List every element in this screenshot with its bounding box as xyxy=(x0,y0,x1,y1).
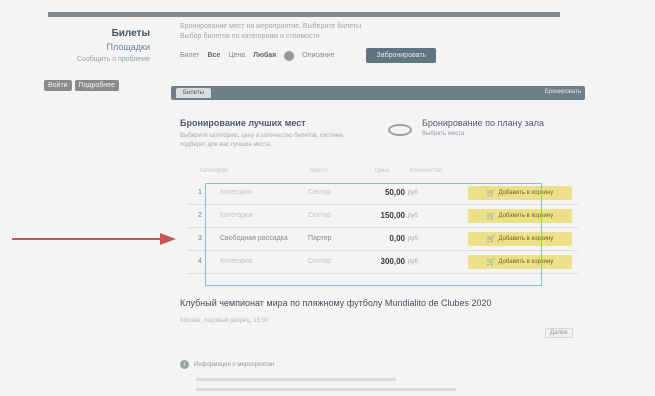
filters: Билет Все Цена Любая Описание Заброниров… xyxy=(180,48,437,63)
header-line-1: Бронирование мест на мероприятие. Выбери… xyxy=(180,23,362,30)
row-price: 50,00 xyxy=(384,188,405,197)
tab-bar-right-link[interactable]: Бронировать xyxy=(545,89,581,95)
row-price: 150,00 xyxy=(380,211,405,220)
link-report[interactable]: Сообщить о проблеме xyxy=(77,56,150,63)
row-price: 0,00 xyxy=(389,234,405,243)
more-button[interactable]: Далее xyxy=(545,328,573,338)
arrow-head-icon xyxy=(160,233,176,245)
row-index: 3 xyxy=(198,235,202,242)
row-name: Категория xyxy=(220,189,253,196)
tab-bar: Билеты Бронировать xyxy=(171,86,585,100)
link-venues[interactable]: Площадки xyxy=(77,42,150,52)
row-category: Сектор xyxy=(308,189,332,196)
row-category: Сектор xyxy=(308,212,332,219)
info-title[interactable]: Информация о мероприятии xyxy=(194,362,274,368)
table-row: 3 Свободная рассадка Партер 0,00 руб 🛒 Д… xyxy=(188,228,578,251)
book-best-title[interactable]: Бронирование лучших мест xyxy=(180,118,360,128)
book-plan-link[interactable]: Выбрать места xyxy=(422,131,544,137)
left-buttons: Войти Подробнее xyxy=(44,80,119,91)
ticket-table: 1 Категория Сектор 50,00 руб 🛒 Добавить … xyxy=(188,182,578,274)
filter-ticket-value[interactable]: Все xyxy=(207,52,220,59)
book-plan-section: Бронирование по плану зала Выбрать места xyxy=(422,118,544,137)
filter-label-price: Цена xyxy=(228,52,246,59)
filter-label-desc: Описание xyxy=(302,52,335,59)
add-to-cart-label: Добавить в корзину xyxy=(498,213,554,219)
cart-icon: 🛒 xyxy=(486,259,496,266)
col-header-seat: Место xyxy=(310,168,328,174)
add-to-cart-button[interactable]: 🛒 Добавить в корзину xyxy=(468,209,572,223)
row-index: 4 xyxy=(198,258,202,265)
add-to-cart-button[interactable]: 🛒 Добавить в корзину xyxy=(468,232,572,246)
cart-icon: 🛒 xyxy=(486,213,496,220)
table-row: 2 Категория Сектор 150,00 руб 🛒 Добавить… xyxy=(188,205,578,228)
left-links: Билеты Площадки Сообщить о проблеме xyxy=(77,28,150,63)
seat-plan-icon xyxy=(388,124,412,136)
row-category: Сектор xyxy=(308,258,332,265)
book-best-desc: Выберите категорию, цену и количество би… xyxy=(180,133,343,148)
col-header-price: Цена xyxy=(375,168,390,174)
row-currency: руб xyxy=(408,259,418,265)
filter-price-value[interactable]: Любая xyxy=(253,52,276,59)
book-plan-title[interactable]: Бронирование по плану зала xyxy=(422,118,544,128)
login-button[interactable]: Войти xyxy=(44,80,72,91)
arrow-line xyxy=(12,238,162,240)
table-row: 4 Категория Сектор 300,00 руб 🛒 Добавить… xyxy=(188,251,578,274)
col-header-qty: Количество xyxy=(410,168,443,174)
info-icon: i xyxy=(180,360,189,369)
reserve-button[interactable]: Забронировать xyxy=(366,48,437,63)
row-price: 300,00 xyxy=(380,257,405,266)
link-tickets[interactable]: Билеты xyxy=(77,28,150,39)
add-to-cart-label: Добавить в корзину xyxy=(498,259,554,265)
info-circle-icon[interactable] xyxy=(284,50,295,61)
row-name: Категория xyxy=(220,212,253,219)
add-to-cart-button[interactable]: 🛒 Добавить в корзину xyxy=(468,255,572,269)
tab-tickets[interactable]: Билеты xyxy=(176,88,211,98)
cart-icon: 🛒 xyxy=(486,190,496,197)
event-subtitle: Москва, ледовый дворец, 15:00 xyxy=(180,318,269,324)
add-to-cart-label: Добавить в корзину xyxy=(498,190,554,196)
add-to-cart-label: Добавить в корзину xyxy=(498,236,554,242)
row-category: Партер xyxy=(308,235,332,242)
table-row: 1 Категория Сектор 50,00 руб 🛒 Добавить … xyxy=(188,182,578,205)
row-index: 2 xyxy=(198,212,202,219)
row-name: Категория xyxy=(220,258,253,265)
header-text: Бронирование мест на мероприятие. Выбери… xyxy=(180,22,361,42)
top-bar xyxy=(48,12,560,17)
info-row: i Информация о мероприятии xyxy=(180,360,274,369)
event-title[interactable]: Клубный чемпионат мира по пляжному футбо… xyxy=(180,298,492,308)
col-header-category: Категория xyxy=(200,168,229,174)
cart-icon: 🛒 xyxy=(486,236,496,243)
row-name: Свободная рассадка xyxy=(220,235,288,242)
details-button[interactable]: Подробнее xyxy=(74,80,119,91)
row-currency: руб xyxy=(408,236,418,242)
book-best-section: Бронирование лучших мест Выберите катего… xyxy=(180,118,360,150)
page: Билеты Площадки Сообщить о проблеме Войт… xyxy=(0,0,655,396)
row-currency: руб xyxy=(408,190,418,196)
faded-text-line xyxy=(196,388,456,391)
header-line-2: Выбор билетов по категориям и стоимости xyxy=(180,33,320,40)
row-currency: руб xyxy=(408,213,418,219)
faded-text-line xyxy=(196,378,396,381)
row-index: 1 xyxy=(198,189,202,196)
filter-label-ticket: Билет xyxy=(180,52,200,59)
add-to-cart-button[interactable]: 🛒 Добавить в корзину xyxy=(468,186,572,200)
